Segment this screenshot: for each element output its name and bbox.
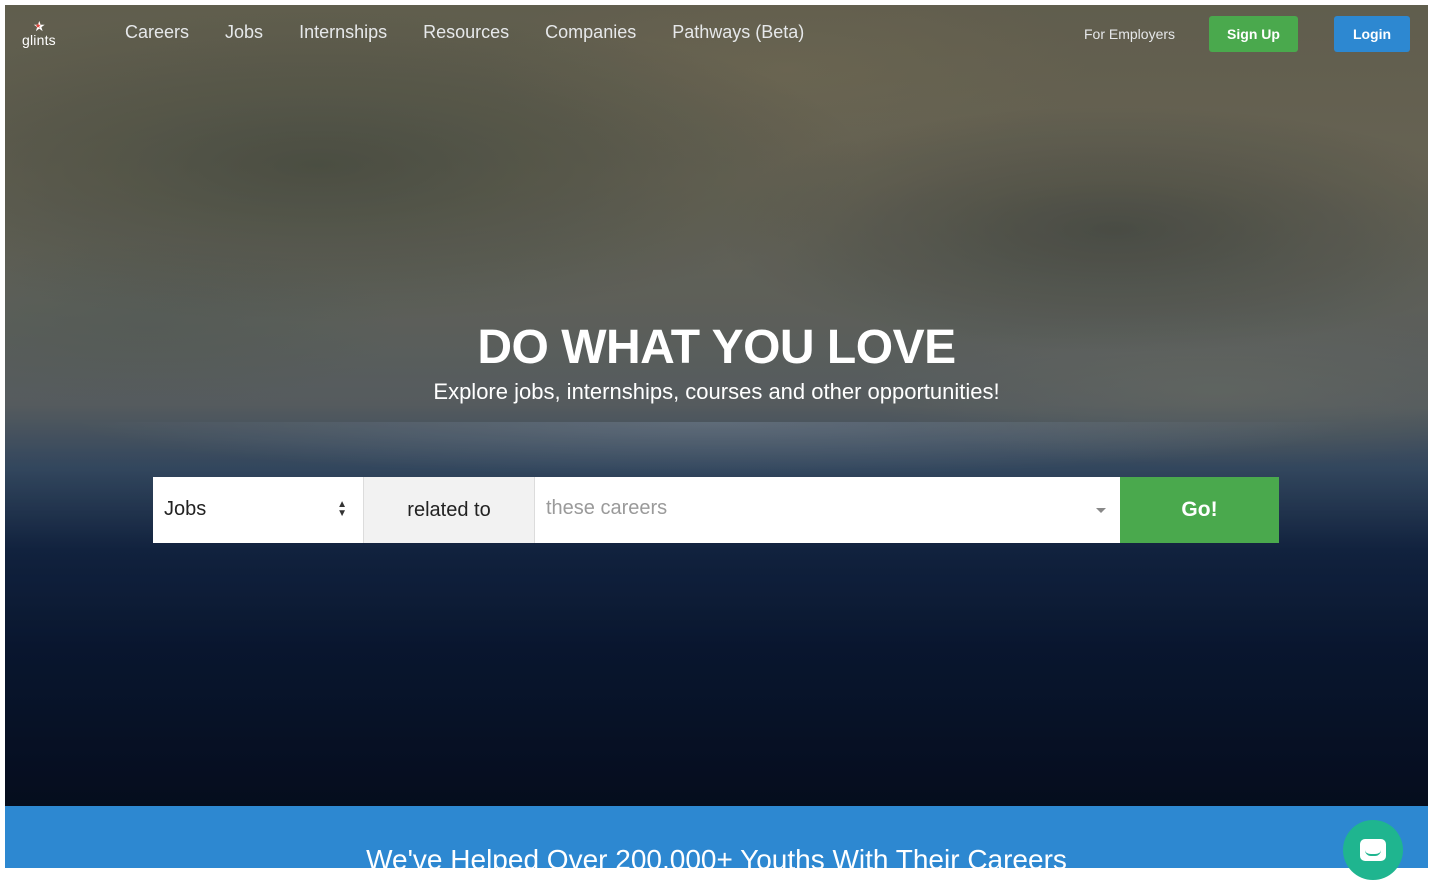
updown-arrows-icon: ▲ ▼ — [337, 499, 347, 519]
logo-text: glints — [22, 32, 56, 48]
go-button[interactable]: Go! — [1120, 477, 1279, 543]
search-bar: Jobs ▲ ▼ related to these careers Go! — [153, 477, 1279, 543]
hero-background-overlay — [5, 5, 1428, 806]
page: ★ ★ glints Careers Jobs Internships Resou… — [5, 5, 1428, 868]
hero-section: ★ ★ glints Careers Jobs Internships Resou… — [5, 5, 1428, 806]
for-employers-link[interactable]: For Employers — [1084, 26, 1175, 42]
top-navbar: ★ ★ glints Careers Jobs Internships Resou… — [5, 5, 1428, 63]
hero-headline: DO WHAT YOU LOVE — [477, 321, 956, 374]
careers-input-placeholder: these careers — [546, 497, 668, 519]
nav-link-pathways[interactable]: Pathways (Beta) — [672, 22, 804, 43]
glints-logo[interactable]: ★ ★ glints — [22, 19, 62, 51]
nav-link-companies[interactable]: Companies — [545, 22, 636, 43]
stats-band: We've Helped Over 200,000+ Youths With T… — [5, 806, 1428, 868]
nav-link-careers[interactable]: Careers — [125, 22, 189, 43]
opportunity-type-value: Jobs — [164, 498, 207, 520]
sign-up-button[interactable]: Sign Up — [1209, 16, 1298, 52]
nav-links: Careers Jobs Internships Resources Compa… — [125, 22, 840, 43]
stats-band-text: We've Helped Over 200,000+ Youths With T… — [366, 844, 1067, 868]
related-to-label: related to — [364, 477, 535, 543]
chat-launcher-button[interactable] — [1343, 820, 1403, 880]
nav-link-resources[interactable]: Resources — [423, 22, 509, 43]
opportunity-type-select[interactable]: Jobs ▲ ▼ — [153, 477, 364, 543]
star-icon: ★ ★ — [33, 18, 46, 34]
nav-link-internships[interactable]: Internships — [299, 22, 387, 43]
hero-subheadline: Explore jobs, internships, courses and o… — [433, 379, 1000, 404]
nav-link-jobs[interactable]: Jobs — [225, 22, 263, 43]
careers-input[interactable]: these careers — [535, 477, 1120, 543]
login-button[interactable]: Login — [1334, 16, 1410, 52]
caret-down-icon[interactable] — [1096, 508, 1106, 513]
